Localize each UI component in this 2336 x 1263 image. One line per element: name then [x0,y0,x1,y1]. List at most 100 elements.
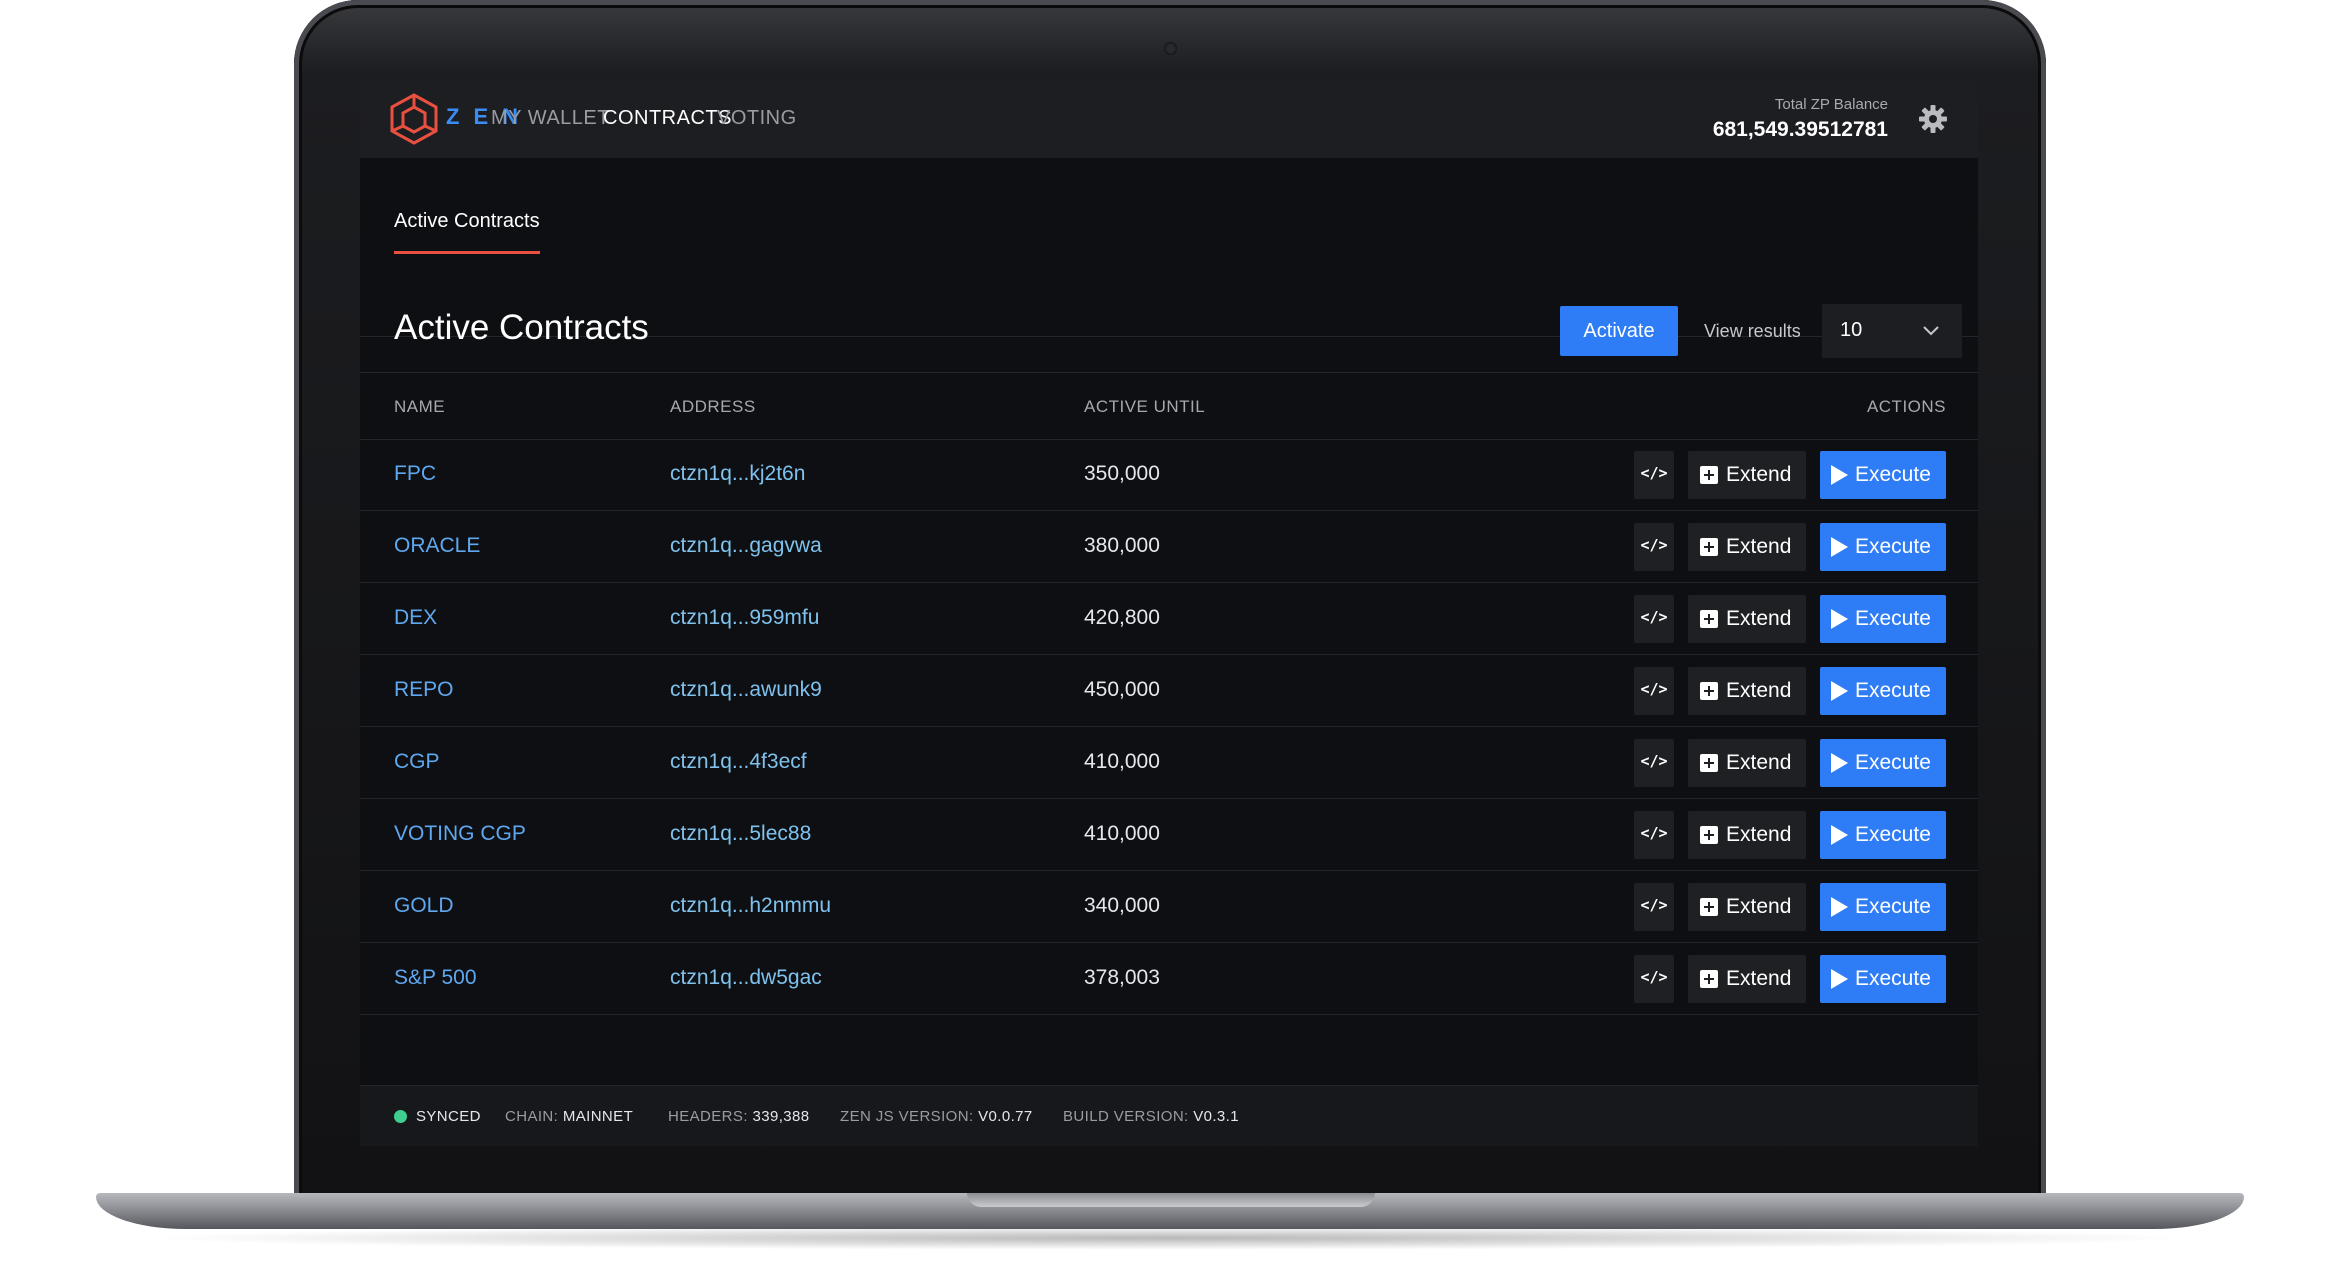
view-code-button[interactable]: </> [1634,883,1674,931]
contract-address-link[interactable]: ctzn1q...4f3ecf [670,750,807,774]
gear-icon[interactable] [1918,104,1948,134]
plus-square-icon [1700,610,1718,628]
view-code-button[interactable]: </> [1634,811,1674,859]
execute-button[interactable]: Execute [1820,595,1946,643]
camera [1164,42,1177,55]
view-code-button[interactable]: </> [1634,523,1674,571]
play-icon [1831,537,1848,557]
execute-button[interactable]: Execute [1820,883,1946,931]
play-icon [1831,465,1848,485]
tab-active-contracts[interactable]: Active Contracts [394,210,540,254]
execute-button[interactable]: Execute [1820,451,1946,499]
chain-value: MAINNET [562,1108,634,1125]
code-icon: </> [1640,896,1668,914]
status-footer: SYNCED CHAIN: MAINNET HEADERS: 339,388 Z… [360,1085,1978,1146]
activate-button[interactable]: Activate [1560,306,1678,356]
execute-label: Execute [1855,895,1931,918]
code-icon: </> [1640,680,1668,698]
contract-active-until: 420,800 [1084,606,1160,629]
table-row: GOLD ctzn1q...h2nmmu 340,000 </> Extend Execu… [360,871,1978,943]
contract-address-link[interactable]: ctzn1q...dw5gac [670,966,822,990]
headers-label: HEADERS: [668,1108,748,1125]
view-code-button[interactable]: </> [1634,955,1674,1003]
contract-active-until: 380,000 [1084,534,1160,557]
play-icon [1831,609,1848,629]
plus-square-icon [1700,970,1718,988]
contract-name-link[interactable]: REPO [394,678,454,702]
execute-label: Execute [1855,967,1931,990]
top-bar: ZEN MY WALLET CONTRACTS VOTING Total ZP … [360,80,1978,158]
nav-contracts[interactable]: CONTRACTS [603,107,732,130]
extend-button[interactable]: Extend [1688,955,1806,1003]
results-per-page-select[interactable]: 10 [1822,304,1962,358]
plus-square-icon [1700,898,1718,916]
execute-label: Execute [1855,751,1931,774]
extend-button[interactable]: Extend [1688,739,1806,787]
execute-button[interactable]: Execute [1820,523,1946,571]
contracts-table-body: FPC ctzn1q...kj2t6n 350,000 </> Extend Execut… [360,439,1978,1015]
balance-value: 681,549.39512781 [1712,118,1888,141]
extend-label: Extend [1726,967,1792,990]
view-code-button[interactable]: </> [1634,451,1674,499]
extend-button[interactable]: Extend [1688,595,1806,643]
contract-address-link[interactable]: ctzn1q...kj2t6n [670,462,805,486]
play-icon [1831,897,1848,917]
table-header: NAME ADDRESS ACTIVE UNTIL ACTIONS [360,372,1978,440]
contract-name-link[interactable]: ORACLE [394,534,480,558]
contract-name-link[interactable]: CGP [394,750,440,774]
extend-button[interactable]: Extend [1688,667,1806,715]
execute-button[interactable]: Execute [1820,667,1946,715]
chain-info: CHAIN: MAINNET [505,1108,633,1125]
contract-active-until: 350,000 [1084,462,1160,485]
view-code-button[interactable]: </> [1634,595,1674,643]
extend-button[interactable]: Extend [1688,811,1806,859]
chain-label: CHAIN: [505,1108,559,1125]
synced-status-dot [394,1110,407,1123]
contract-name-link[interactable]: VOTING CGP [394,822,526,846]
plus-square-icon [1700,682,1718,700]
view-code-button[interactable]: </> [1634,739,1674,787]
contract-address-link[interactable]: ctzn1q...awunk9 [670,678,822,702]
zen-logo-icon[interactable] [388,92,440,146]
table-row: REPO ctzn1q...awunk9 450,000 </> Extend Execu… [360,655,1978,727]
extend-label: Extend [1726,463,1792,486]
execute-button[interactable]: Execute [1820,811,1946,859]
execute-label: Execute [1855,823,1931,846]
contract-address-link[interactable]: ctzn1q...959mfu [670,606,819,630]
contract-name-link[interactable]: GOLD [394,894,454,918]
nav-my-wallet[interactable]: MY WALLET [491,107,610,130]
balance-label: Total ZP Balance [1774,96,1888,113]
contract-name-link[interactable]: DEX [394,606,437,630]
execute-label: Execute [1855,535,1931,558]
execute-button[interactable]: Execute [1820,739,1946,787]
zenjs-version-label: ZEN JS VERSION: [840,1108,974,1125]
laptop-shadow [140,1226,2200,1250]
view-results-label: View results [1704,321,1801,341]
plus-square-icon [1700,826,1718,844]
table-row: CGP ctzn1q...4f3ecf 410,000 </> Extend Execut… [360,727,1978,799]
execute-label: Execute [1855,679,1931,702]
results-per-page-value: 10 [1840,319,1863,341]
contract-active-until: 450,000 [1084,678,1160,701]
app-screen: ZEN MY WALLET CONTRACTS VOTING Total ZP … [360,80,1978,1146]
contract-address-link[interactable]: ctzn1q...gagvwa [670,534,822,558]
contract-address-link[interactable]: ctzn1q...h2nmmu [670,894,831,918]
view-code-button[interactable]: </> [1634,667,1674,715]
execute-label: Execute [1855,463,1931,486]
extend-button[interactable]: Extend [1688,883,1806,931]
contract-address-link[interactable]: ctzn1q...5lec88 [670,822,811,846]
extend-button[interactable]: Extend [1688,451,1806,499]
extend-button[interactable]: Extend [1688,523,1806,571]
nav-voting[interactable]: VOTING [717,107,797,130]
execute-button[interactable]: Execute [1820,955,1946,1003]
contract-name-link[interactable]: S&P 500 [394,966,477,990]
build-version-info: BUILD VERSION: V0.3.1 [1063,1108,1239,1125]
table-row: ORACLE ctzn1q...gagvwa 380,000 </> Extend Exe… [360,511,1978,583]
code-icon: </> [1640,968,1668,986]
synced-status: SYNCED [416,1108,481,1125]
plus-square-icon [1700,466,1718,484]
contract-active-until: 410,000 [1084,822,1160,845]
play-icon [1831,681,1848,701]
contract-name-link[interactable]: FPC [394,462,436,486]
extend-label: Extend [1726,895,1792,918]
